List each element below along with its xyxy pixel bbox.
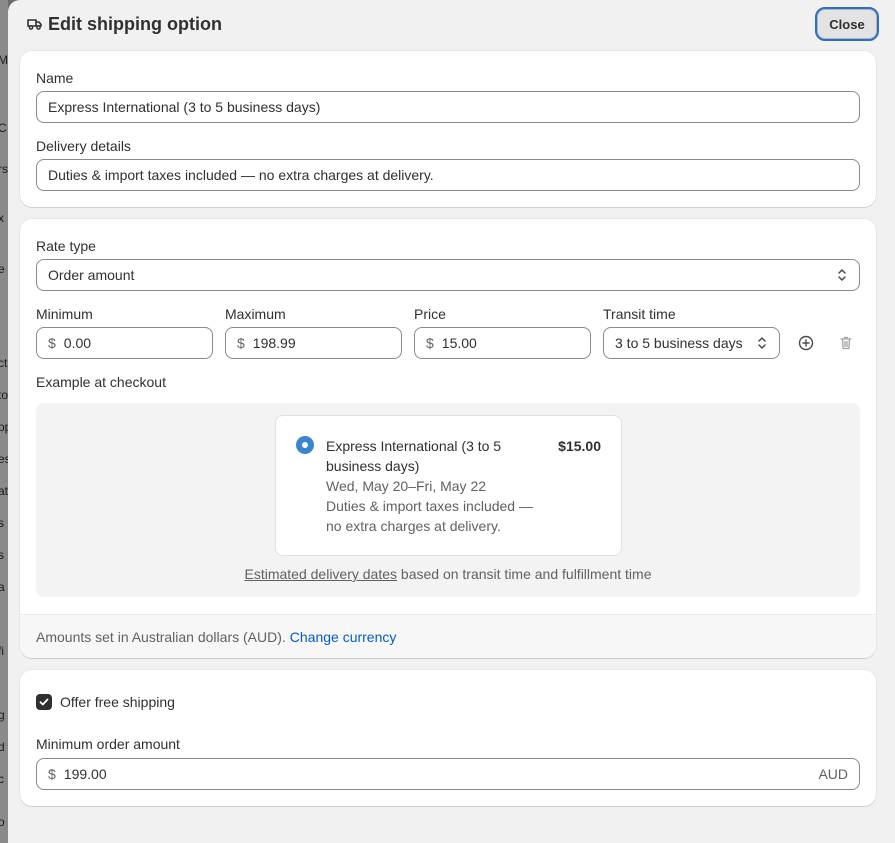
checkmark-icon (39, 698, 49, 706)
free-shipping-card: Offer free shipping Minimum order amount… (20, 670, 876, 806)
minimum-order-field[interactable]: $ 199.00 AUD (36, 758, 860, 790)
selected-radio (296, 436, 314, 454)
currency-prefix: $ (237, 335, 245, 351)
modal-header: Edit shipping option Close (8, 0, 895, 48)
currency-prefix: $ (426, 335, 434, 351)
checkout-example: Express International (3 to 5 business d… (36, 403, 860, 597)
delete-rate-button[interactable] (834, 331, 858, 355)
minimum-order-value: 199.00 (63, 766, 107, 782)
backdrop-fragment: x (0, 211, 4, 225)
backdrop-fragment: C (0, 121, 7, 135)
free-shipping-label[interactable]: Offer free shipping (60, 694, 175, 710)
preview-rate-name: Express International (3 to 5 business d… (326, 438, 502, 474)
backdrop-fragment: a (0, 580, 5, 594)
backdrop-fragment: s (0, 548, 4, 562)
truck-icon (26, 15, 44, 33)
checkout-preview-card: Express International (3 to 5 business d… (275, 415, 622, 556)
price-value: 15.00 (441, 335, 477, 351)
currency-prefix: $ (48, 335, 56, 351)
backdrop-fragment: M (0, 53, 8, 67)
delivery-details-field[interactable]: Duties & import taxes included — no extr… (36, 159, 860, 191)
name-field[interactable]: Express International (3 to 5 business d… (36, 91, 860, 123)
name-label: Name (36, 70, 74, 86)
minimum-order-label: Minimum order amount (36, 736, 180, 752)
minimum-label: Minimum (36, 306, 93, 322)
change-currency-link[interactable]: Change currency (290, 629, 397, 645)
delivery-details-value: Duties & import taxes included — no extr… (48, 167, 434, 183)
estimated-delivery-note: Estimated delivery dates based on transi… (36, 566, 860, 582)
backdrop-fragment: es (0, 452, 8, 466)
backdrop-fragment: op (0, 420, 8, 434)
chevron-up-down-icon (756, 335, 768, 351)
estimated-delivery-link[interactable]: Estimated delivery dates (245, 566, 398, 582)
minimum-value: 0.00 (63, 335, 92, 351)
plus-circle-icon (798, 335, 814, 351)
maximum-field[interactable]: $ 198.99 (225, 327, 402, 359)
backdrop-fragment: c (0, 772, 4, 786)
backdrop-fragment: fi (0, 644, 4, 658)
transit-time-value: 3 to 5 business days (615, 335, 743, 351)
currency-bar: Amounts set in Australian dollars (AUD).… (20, 614, 876, 658)
free-shipping-checkbox[interactable] (36, 694, 52, 710)
example-label: Example at checkout (36, 374, 166, 390)
transit-time-select[interactable]: 3 to 5 business days (603, 327, 780, 359)
currency-text: Amounts set in Australian dollars (AUD). (36, 628, 286, 645)
backdrop-fragment: ct (0, 356, 8, 370)
rate-type-label: Rate type (36, 238, 96, 254)
delivery-details-label: Delivery details (36, 138, 131, 154)
preview-price: $15.00 (558, 438, 601, 454)
close-button[interactable]: Close (815, 7, 879, 41)
rate-type-value: Order amount (48, 267, 135, 283)
backdrop-fragment: to (0, 388, 8, 402)
maximum-value: 198.99 (252, 335, 296, 351)
modal-title: Edit shipping option (48, 13, 222, 34)
price-field[interactable]: $ 15.00 (414, 327, 591, 359)
backdrop-fragment: d (0, 740, 5, 754)
chevron-up-down-icon (836, 267, 848, 283)
currency-code-suffix: AUD (818, 766, 848, 782)
edit-shipping-modal: Edit shipping option Close Name Express … (8, 0, 895, 843)
rates-card: Rate type Order amount Minimum $ 0.00 Ma… (20, 219, 876, 658)
add-rate-button[interactable] (794, 331, 818, 355)
basics-card: Name Express International (3 to 5 busin… (20, 51, 876, 207)
backdrop-fragment: e (0, 262, 5, 276)
backdrop-fragment: g (0, 708, 5, 722)
trash-icon (840, 336, 852, 350)
background-page: M C rs x e ct to op es at s s a fi g d c… (0, 0, 8, 843)
backdrop-fragment: s (0, 516, 4, 530)
backdrop-fragment: o (0, 815, 5, 829)
backdrop-fragment: at (0, 484, 8, 498)
maximum-label: Maximum (225, 306, 286, 322)
name-value: Express International (3 to 5 business d… (48, 99, 321, 115)
transit-time-label: Transit time (603, 306, 676, 322)
minimum-field[interactable]: $ 0.00 (36, 327, 213, 359)
currency-prefix: $ (48, 766, 56, 782)
price-label: Price (414, 306, 446, 322)
footnote-text: based on transit time and fulfillment ti… (397, 566, 652, 582)
rate-type-select[interactable]: Order amount (36, 259, 860, 291)
preview-details: Duties & import taxes included — no extr… (326, 498, 533, 534)
backdrop-fragment: rs (0, 162, 8, 176)
preview-dates: Wed, May 20–Fri, May 22 (326, 478, 487, 494)
